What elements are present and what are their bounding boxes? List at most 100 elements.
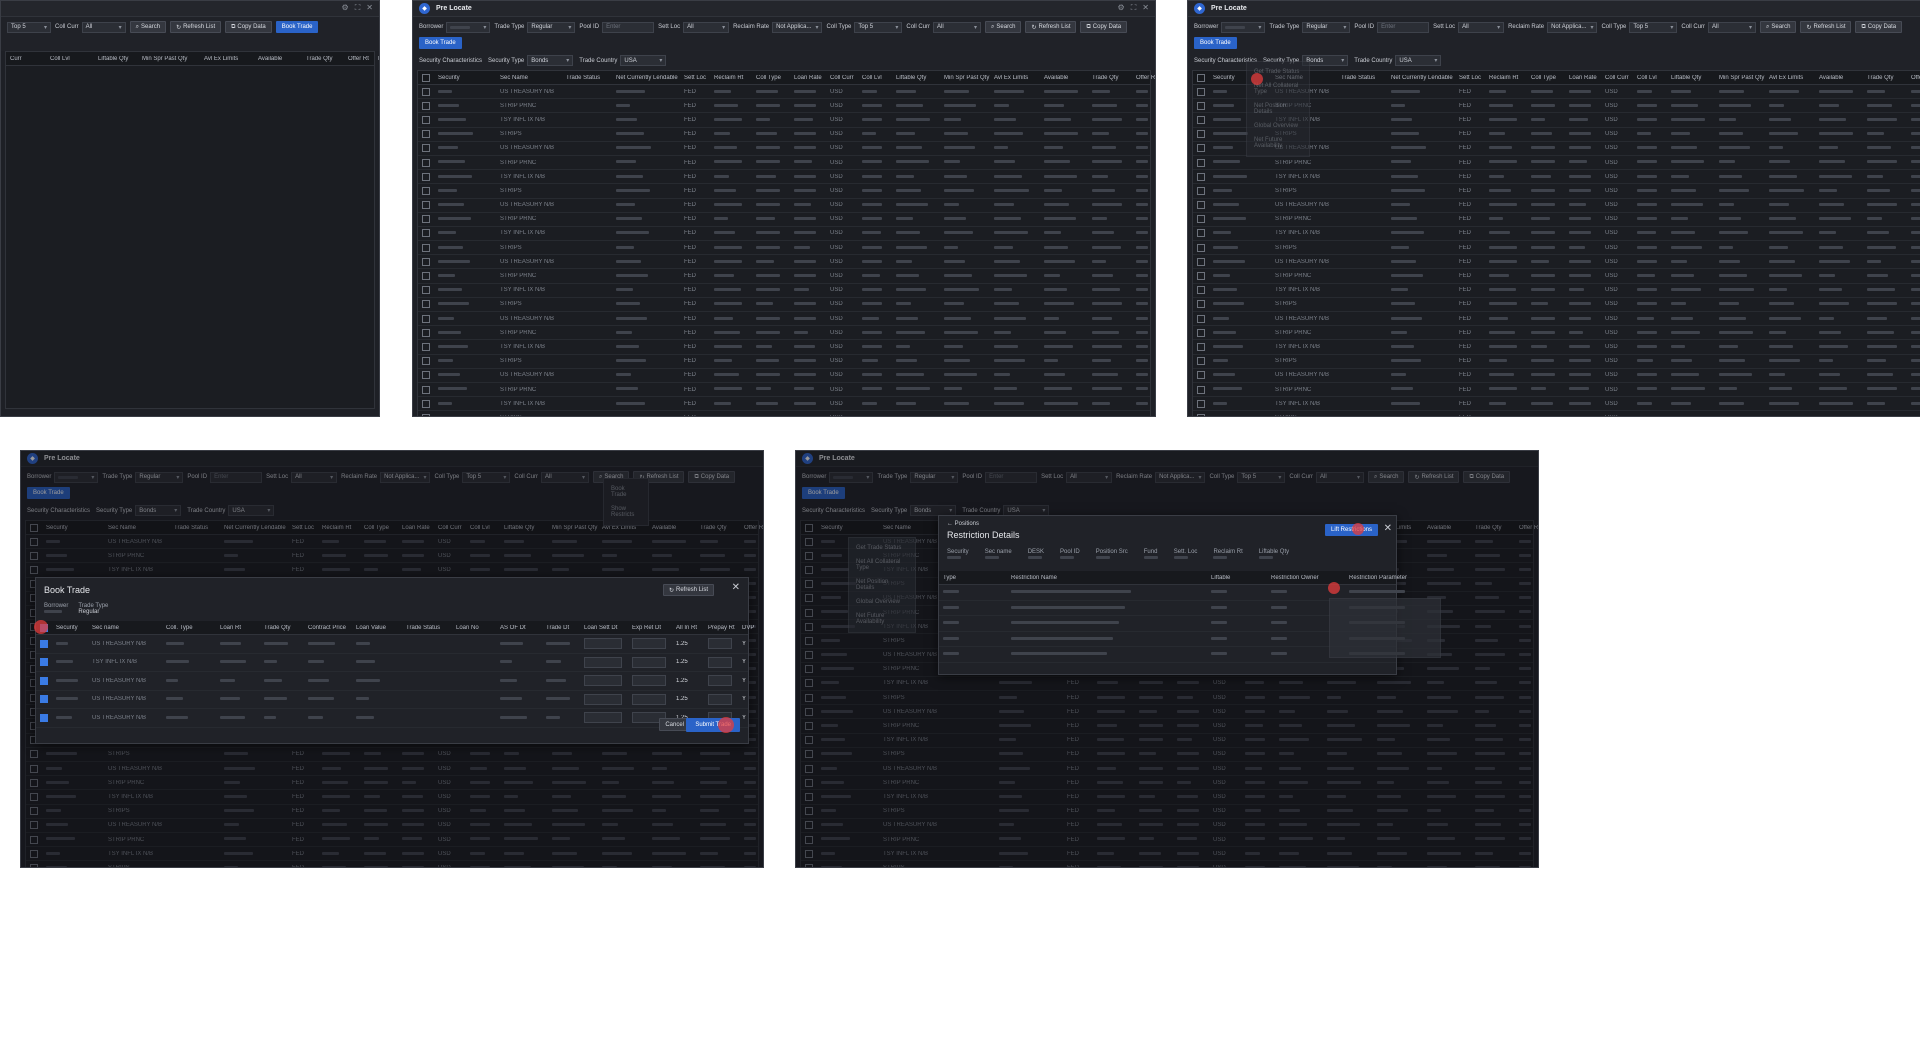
row-checkbox[interactable]: [1197, 399, 1205, 408]
table-row[interactable]: STRIPSFEDUSDCa: [418, 241, 1150, 256]
date-input[interactable]: [632, 675, 666, 687]
table-row[interactable]: STRIP PRNCFEDUSDAA+: [1193, 269, 1920, 284]
expand-icon[interactable]: ⛶: [355, 3, 361, 13]
column-header[interactable]: Reclaim Rt: [1485, 75, 1527, 81]
menu-item-net-position-details[interactable]: Net Position Details: [849, 575, 915, 595]
row-checkbox[interactable]: [422, 357, 430, 366]
column-header[interactable]: Loan Rate: [790, 75, 826, 81]
menu-item-global-overview[interactable]: Global Overview: [849, 595, 915, 609]
restriction-row[interactable]: [939, 616, 1405, 632]
trade-country-select[interactable]: USA ▾: [620, 55, 667, 66]
row-checkbox[interactable]: [422, 314, 430, 323]
row-checkbox[interactable]: [422, 229, 430, 238]
date-input[interactable]: [708, 638, 732, 650]
column-header[interactable]: Min Spr Past Qty: [1715, 75, 1765, 81]
table-row[interactable]: STRIP PRNCFEDUSDBaa: [1193, 383, 1920, 398]
table-row[interactable]: STRIP PRNCFEDUSDBaa: [1193, 213, 1920, 227]
coll-curr-select[interactable]: All ▾: [933, 21, 982, 33]
menu-item-net-future-availability[interactable]: Net Future Availability: [1247, 133, 1309, 153]
table-row[interactable]: US TREASURY N/BFEDUSDA: [418, 369, 1150, 383]
coll-type-select[interactable]: Top 5 ▾: [7, 21, 51, 33]
table-row[interactable]: STRIPSFEDUSDCa: [418, 411, 1150, 416]
row-checkbox[interactable]: [1197, 201, 1205, 210]
row-checkbox[interactable]: [1197, 342, 1205, 351]
table-row[interactable]: TSY INFL IX N/BFEDUSDAaa: [418, 340, 1150, 355]
coll-type-select[interactable]: Top 5 ▾: [1629, 21, 1678, 33]
column-header[interactable]: Sett Loc: [680, 75, 710, 81]
table-row[interactable]: US TREASURY N/BFEDUSDA: [1193, 369, 1920, 383]
column-header[interactable]: Liftable Qty: [1667, 75, 1715, 81]
column-header[interactable]: Reclaim Rt: [710, 75, 752, 81]
date-input[interactable]: [708, 656, 732, 668]
back-link[interactable]: ← Positions: [947, 521, 979, 527]
row-checkbox[interactable]: [1197, 115, 1205, 124]
row-checkbox[interactable]: [422, 172, 430, 181]
column-header[interactable]: Coll Curr: [1601, 75, 1633, 81]
row-checkbox[interactable]: [1197, 272, 1205, 281]
settings-icon[interactable]: ⚙: [342, 3, 349, 13]
table-row[interactable]: TSY INFL IX N/BFEDUSDA: [418, 284, 1150, 298]
table-row[interactable]: STRIPSFEDUSDAA+: [1193, 184, 1920, 199]
row-checkbox[interactable]: [422, 130, 430, 139]
date-input[interactable]: [584, 712, 622, 724]
row-checkbox[interactable]: [422, 87, 430, 96]
column-header[interactable]: Coll Lvl: [46, 56, 94, 62]
sett-loc-select[interactable]: All ▾: [683, 21, 730, 33]
select-all-checkbox[interactable]: [422, 73, 430, 82]
column-header[interactable]: Liftable Qty: [94, 56, 138, 62]
row-checkbox[interactable]: [1197, 101, 1205, 110]
table-row[interactable]: STRIP PRNCFEDUSDAA+: [418, 269, 1150, 284]
row-checkbox[interactable]: [1197, 286, 1205, 295]
column-header[interactable]: Coll Lvl: [858, 75, 892, 81]
row-checkbox[interactable]: [40, 658, 48, 667]
column-header[interactable]: Offer Rt: [344, 56, 374, 62]
dialog-refresh-button[interactable]: ↻ Refresh List: [662, 584, 714, 596]
restriction-row[interactable]: [939, 601, 1405, 616]
table-row[interactable]: STRIPSFEDUSDBaa: [418, 298, 1150, 312]
date-input[interactable]: [584, 693, 622, 705]
table-row[interactable]: STRIPSFEDUSDAA+: [1193, 355, 1920, 369]
search-button[interactable]: ⌕ Search: [985, 21, 1022, 33]
row-checkbox[interactable]: [1197, 357, 1205, 366]
table-row[interactable]: US TREASURY N/BFEDUSDA: [1193, 199, 1920, 213]
column-header[interactable]: Offer Rt: [1907, 75, 1920, 81]
date-input[interactable]: [632, 656, 666, 668]
coll-type-select[interactable]: Top 5 ▾: [854, 21, 903, 33]
table-row[interactable]: TSY INFL IX N/BFEDUSDAaa: [1193, 170, 1920, 185]
table-row[interactable]: TSY INFL IX N/BFEDUSDC: [418, 397, 1150, 412]
table-row[interactable]: US TREASURY N/BFEDUSDC: [418, 142, 1150, 156]
date-input[interactable]: [632, 693, 666, 705]
close-icon[interactable]: ✕: [732, 582, 740, 593]
table-row[interactable]: TSY INFL IX N/BFEDUSDA: [1193, 284, 1920, 298]
reclaim-rate-select[interactable]: Not Applica... ▾: [772, 21, 823, 33]
row-checkbox[interactable]: [1197, 229, 1205, 238]
column-header[interactable]: Available: [1815, 75, 1863, 81]
column-header[interactable]: Trade Qty: [1088, 75, 1132, 81]
row-checkbox[interactable]: [422, 342, 430, 351]
table-row[interactable]: US TREASURY N/BFEDUSDC: [1193, 312, 1920, 327]
book-trade-button[interactable]: Book Trade: [419, 37, 462, 49]
refresh-list-button[interactable]: ↻Refresh List: [1800, 21, 1852, 33]
menu-item-get-trade-status[interactable]: Get Trade Status: [849, 541, 915, 555]
trade-row[interactable]: US TREASURY N/B1.25YYN: [36, 635, 748, 654]
column-header[interactable]: Net Currently Lendable: [1387, 75, 1455, 81]
column-header[interactable]: Security: [434, 75, 496, 81]
row-checkbox[interactable]: [40, 695, 48, 704]
column-header[interactable]: Liftable Qty: [892, 75, 940, 81]
table-row[interactable]: TSY INFL IX N/BFEDUSDC: [1193, 227, 1920, 242]
close-icon[interactable]: ✕: [1384, 523, 1392, 534]
all-in-rate-input[interactable]: 1.25: [672, 678, 704, 684]
table-row[interactable]: STRIP PRNCFEDUSDCa: [1193, 326, 1920, 341]
row-checkbox[interactable]: [1197, 87, 1205, 96]
table-row[interactable]: US TREASURY N/BFEDUSDA: [418, 199, 1150, 213]
table-row[interactable]: US TREASURY N/BFEDUSDAaa: [418, 255, 1150, 270]
row-checkbox[interactable]: [1197, 172, 1205, 181]
search-button[interactable]: ⌕ Search: [1760, 21, 1797, 33]
column-header[interactable]: Avl Ex Limits: [200, 56, 254, 62]
column-header[interactable]: Coll Lvl: [1633, 75, 1667, 81]
column-header[interactable]: Avl Ex Limits: [1765, 75, 1815, 81]
row-checkbox[interactable]: [1197, 257, 1205, 266]
row-checkbox[interactable]: [1197, 413, 1205, 416]
date-input[interactable]: [708, 675, 732, 687]
row-checkbox[interactable]: [1197, 130, 1205, 139]
